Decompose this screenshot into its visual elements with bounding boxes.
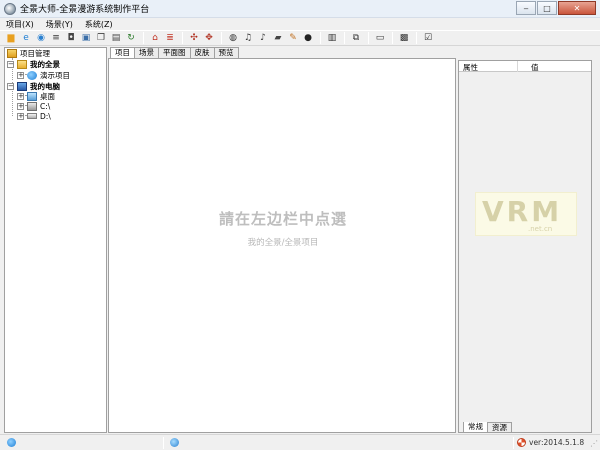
system-drive-icon xyxy=(27,101,37,111)
watermark-domain: .net.cn xyxy=(528,225,553,233)
column-property[interactable]: 属性 xyxy=(463,62,478,73)
version-label: ver:2014.5.1.8 xyxy=(529,438,585,447)
tree-item-drive-d[interactable]: + D:\ xyxy=(17,111,51,121)
tab-preview[interactable]: 预览 xyxy=(213,47,239,58)
vr-icon[interactable]: ▩ xyxy=(397,32,411,44)
watermark-text: VRM xyxy=(482,195,563,228)
paste-icon[interactable]: ▤ xyxy=(109,32,123,44)
window-controls: ‒ □ ✕ xyxy=(515,1,596,15)
tree-item-my-computer[interactable]: − 我的电脑 xyxy=(7,81,60,91)
close-button[interactable]: ✕ xyxy=(558,1,596,15)
menu-bar: 项目(X) 场景(Y) 系统(Z) xyxy=(0,18,600,30)
home-icon[interactable]: ⌂ xyxy=(148,32,162,44)
layers-icon[interactable]: ⧉ xyxy=(349,32,363,44)
music-icon[interactable]: ♫ xyxy=(241,32,255,44)
expand-toggle[interactable]: + xyxy=(17,102,24,110)
computer-icon xyxy=(17,81,27,91)
circle-icon[interactable]: ● xyxy=(301,32,315,44)
properties-tabs: 常规 资源 xyxy=(463,422,512,433)
tab-resources[interactable]: 资源 xyxy=(487,422,512,433)
collapse-toggle[interactable]: − xyxy=(7,82,14,90)
toolbar-separator xyxy=(182,32,183,44)
tree-item-label: C:\ xyxy=(40,101,51,111)
window-title: 全景大师-全景漫游系统制作平台 xyxy=(20,5,150,15)
menu-system[interactable]: 系统(Z) xyxy=(85,19,113,30)
hat-icon[interactable]: ▰ xyxy=(271,32,285,44)
expand-toggle[interactable]: + xyxy=(17,71,24,79)
toolbar-separator xyxy=(392,32,393,44)
music-note-icon[interactable]: ♪ xyxy=(256,32,270,44)
title-bar: 全景大师-全景漫游系统制作平台 ‒ □ ✕ xyxy=(0,0,600,18)
toolbar-separator xyxy=(320,32,321,44)
column-divider[interactable] xyxy=(517,61,518,72)
tree-root-label: 项目管理 xyxy=(20,48,50,58)
toolbar: ▆ e ◉ ≡ ◘ ▣ ❐ ▤ ↻ ⌂ ≣ ✣ ✥ ◍ ♫ ♪ ▰ ✎ ● ▥ ⧉ ▭ ▩ ☑ xyxy=(0,30,600,46)
film-icon[interactable]: ▥ xyxy=(325,32,339,44)
tab-general[interactable]: 常规 xyxy=(463,422,488,433)
image-icon[interactable]: ▣ xyxy=(79,32,93,44)
camera-icon[interactable]: ◘ xyxy=(64,32,78,44)
tree-item-label: D:\ xyxy=(40,111,51,121)
copy-icon[interactable]: ❐ xyxy=(94,32,108,44)
empty-hint-title: 請在左边栏中点選 xyxy=(218,210,347,228)
list-icon[interactable]: ≡ xyxy=(49,32,63,44)
sound-icon[interactable]: ◍ xyxy=(226,32,240,44)
expand-toggle[interactable]: + xyxy=(17,112,24,120)
checklist-icon[interactable]: ☑ xyxy=(421,32,435,44)
open-folder-icon xyxy=(17,59,27,69)
tab-skin[interactable]: 皮肤 xyxy=(189,47,215,58)
resize-grip[interactable]: ⋰ xyxy=(590,439,598,448)
toolbar-separator xyxy=(344,32,345,44)
menu-project[interactable]: 项目(X) xyxy=(6,19,34,30)
edit-icon[interactable]: ✎ xyxy=(286,32,300,44)
ie-icon xyxy=(27,70,37,80)
ie-icon xyxy=(7,438,16,447)
tree-item-label: 我的全景 xyxy=(30,59,60,69)
status-divider xyxy=(163,437,164,449)
vrm-watermark-logo: VRM .net.cn xyxy=(475,192,577,236)
expand-toggle[interactable]: + xyxy=(17,92,24,100)
center-tabs: 项目 场景 平面图 皮肤 预览 xyxy=(110,47,239,59)
properties-panel: 属性 值 VRM .net.cn 常规 资源 xyxy=(458,60,592,433)
tree-item-label: 演示项目 xyxy=(40,70,70,80)
tab-floorplan[interactable]: 平面图 xyxy=(158,47,191,58)
menu-scene[interactable]: 场景(Y) xyxy=(46,19,73,30)
toolbar-separator xyxy=(143,32,144,44)
collapse-toggle[interactable]: − xyxy=(7,60,14,68)
folder-open-icon[interactable]: ▆ xyxy=(4,32,18,44)
tree-item-my-panorama[interactable]: − 我的全景 xyxy=(7,59,60,69)
tree-item-demo-project[interactable]: + 演示项目 xyxy=(17,70,70,80)
status-bar: ver:2014.5.1.8 ⋰ xyxy=(0,434,600,450)
ie-icon[interactable]: e xyxy=(19,32,33,44)
refresh-icon[interactable]: ↻ xyxy=(124,32,138,44)
video-icon[interactable]: ▭ xyxy=(373,32,387,44)
tree-item-desktop[interactable]: + 桌面 xyxy=(17,91,55,101)
empty-hint-subtitle: 我的全景/全景项目 xyxy=(247,238,319,248)
folder-icon xyxy=(7,48,17,58)
hotspot-move-icon[interactable]: ✣ xyxy=(187,32,201,44)
lifebuoy-icon xyxy=(517,438,526,447)
globe-icon[interactable]: ◉ xyxy=(34,32,48,44)
maximize-button[interactable]: □ xyxy=(537,1,557,15)
menu-icon[interactable]: ≣ xyxy=(163,32,177,44)
tree-item-label: 桌面 xyxy=(40,91,55,101)
toolbar-separator xyxy=(368,32,369,44)
globe-icon xyxy=(170,438,179,447)
toolbar-separator xyxy=(221,32,222,44)
tree-item-drive-c[interactable]: + C:\ xyxy=(17,101,50,111)
column-value[interactable]: 值 xyxy=(531,62,539,73)
desktop-icon xyxy=(27,91,37,101)
workspace-panel: 請在左边栏中点選 我的全景/全景项目 xyxy=(108,58,456,433)
hotspot-arrow-icon[interactable]: ✥ xyxy=(202,32,216,44)
app-logo-icon xyxy=(4,2,16,15)
tab-scene[interactable]: 场景 xyxy=(134,47,159,58)
status-divider xyxy=(513,437,514,449)
minimize-button[interactable]: ‒ xyxy=(516,1,536,15)
toolbar-separator xyxy=(416,32,417,44)
project-tree-panel: 项目管理 − 我的全景 + 演示项目 − 我的电脑 + 桌面 + C:\ + D… xyxy=(4,47,107,433)
properties-header: 属性 值 xyxy=(459,61,591,72)
tree-root[interactable]: 项目管理 xyxy=(7,48,50,58)
drive-icon xyxy=(27,113,37,119)
